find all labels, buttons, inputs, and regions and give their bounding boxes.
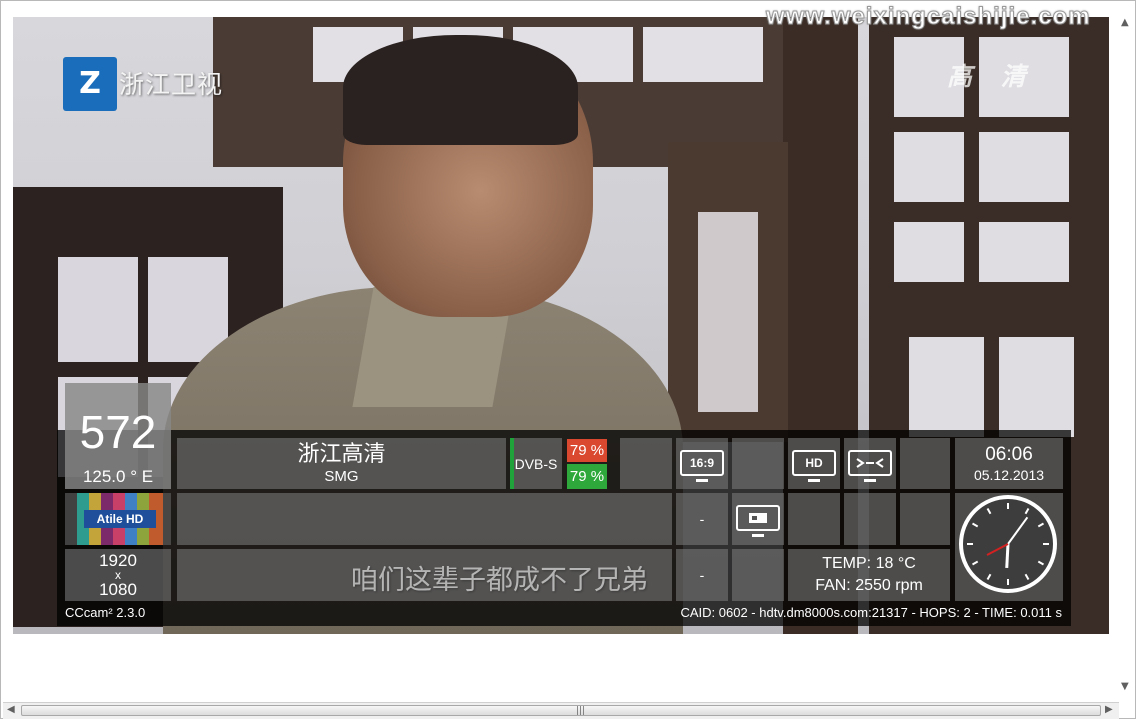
- signal-strength: 79 %: [567, 439, 607, 462]
- channel-name-cell: 浙江高清 SMG: [177, 438, 506, 489]
- resolution-height: 1080: [99, 580, 137, 599]
- picon-label: Atile HD: [84, 510, 156, 528]
- channel-number: 572: [79, 406, 157, 458]
- clock-time: 06:06: [985, 443, 1033, 465]
- empty-cell-6: [900, 493, 950, 545]
- scroll-up-icon[interactable]: ▲: [1121, 17, 1129, 28]
- aspect-cell: 16:9: [676, 438, 728, 489]
- clock-date: 05.12.2013: [973, 466, 1045, 483]
- fan-speed: FAN: 2550 rpm: [815, 577, 923, 594]
- signal-bar: [510, 438, 514, 489]
- empty-cell-4: [788, 493, 840, 545]
- dash-cell-2: -: [676, 549, 728, 601]
- tv-smartcard-icon: [736, 505, 780, 537]
- grip-icon: |||: [576, 706, 586, 716]
- vertical-scrollbar[interactable]: ▲ ▼: [1117, 17, 1133, 701]
- site-watermark: www.weixingcaishijie.com: [766, 3, 1091, 31]
- tv-16-9-icon: 16:9: [680, 450, 724, 482]
- provider-name: SMG: [324, 467, 359, 485]
- analog-clock-icon: [959, 495, 1057, 593]
- person-hair: [343, 35, 578, 145]
- temperature: TEMP: 18 °C: [822, 555, 916, 572]
- temp-fan-cell: TEMP: 18 °C FAN: 2550 rpm: [788, 549, 950, 601]
- empty-cell-1: [620, 438, 672, 489]
- empty-cell-3: [900, 438, 950, 489]
- channel-number-block: 572 125.0 ° E: [65, 383, 171, 489]
- empty-cell-7: [732, 549, 784, 601]
- horizontal-scroll-thumb[interactable]: |||: [21, 705, 1101, 716]
- resolution-cell: 1920 x 1080: [65, 549, 171, 601]
- empty-cell-5: [844, 493, 896, 545]
- signal-quality: 79 %: [567, 464, 607, 489]
- hd-watermark: 高 清: [947, 62, 1036, 91]
- dash-value-2: -: [699, 567, 705, 583]
- scroll-down-icon[interactable]: ▼: [1121, 681, 1129, 692]
- dash-value-1: -: [699, 511, 705, 527]
- empty-cell-2: [732, 438, 784, 489]
- tv-signal-icon: [848, 450, 892, 482]
- orbital-position: 125.0 ° E: [82, 467, 154, 486]
- ecm-info: CAID: 0602 - hdtv.dm8000s.com:21317 - HO…: [680, 605, 1062, 620]
- tv-hd-icon: HD: [792, 450, 836, 482]
- smartcard-cell: [732, 493, 784, 545]
- system-label: DVB-S: [514, 455, 558, 472]
- signal-icon-cell: [844, 438, 896, 489]
- emu-version: CCcam² 2.3.0: [65, 605, 146, 620]
- datetime-cell: 06:06 05.12.2013: [955, 438, 1063, 489]
- background-shutter: [668, 142, 788, 442]
- resolution-width: 1920: [99, 551, 137, 570]
- info-wide-cell: [177, 493, 672, 545]
- channel-logo-text: 浙江卫视: [119, 70, 224, 99]
- channel-name: 浙江高清: [297, 441, 386, 467]
- hd-cell: HD: [788, 438, 840, 489]
- browser-window: Z 浙江卫视 高 清 www.weixingcaishijie.com 572 …: [0, 0, 1136, 719]
- horizontal-scrollbar[interactable]: ◀ ||| ▶: [3, 702, 1119, 719]
- dash-cell-1: -: [676, 493, 728, 545]
- scroll-right-icon[interactable]: ▶: [1105, 704, 1113, 715]
- system-cell: DVB-S: [510, 438, 562, 489]
- zhejiang-tv-logo-icon: Z: [63, 57, 117, 111]
- scroll-left-icon[interactable]: ◀: [7, 704, 15, 715]
- subtitle-text: 咱们这辈子都成不了兄弟: [351, 565, 648, 596]
